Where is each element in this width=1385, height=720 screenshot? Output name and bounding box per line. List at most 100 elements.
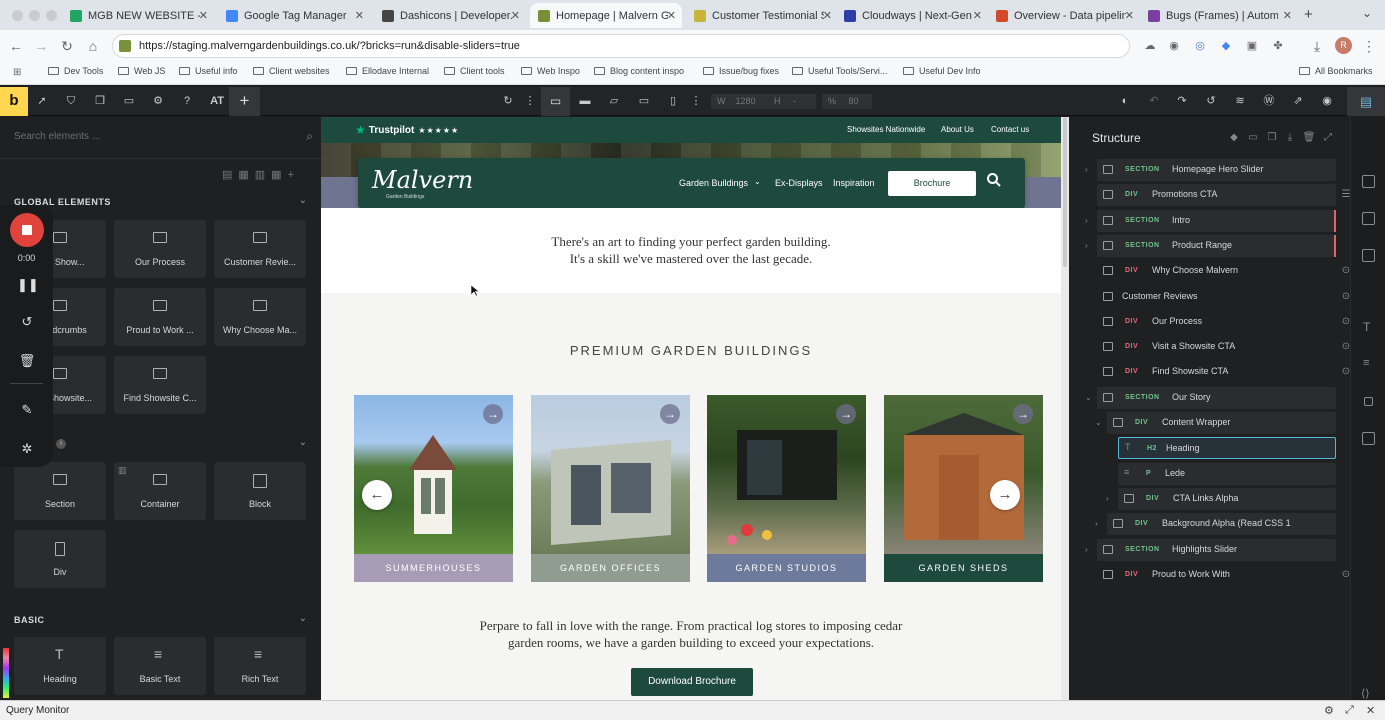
bookmark-folder[interactable]: Dev Tools xyxy=(48,66,103,76)
bookmark-folder[interactable]: Client websites xyxy=(253,66,330,76)
breakpoint-options-icon[interactable]: ⋮ xyxy=(688,93,704,109)
bookmark-folder[interactable]: Ellodave Internal xyxy=(346,66,429,76)
expand-chevron-icon[interactable]: › xyxy=(1085,216,1088,225)
element-card[interactable]: Why Choose Ma... xyxy=(214,288,306,346)
reload-icon[interactable]: ↻ xyxy=(58,37,76,55)
search-icon[interactable] xyxy=(986,172,1002,188)
text-align-icon[interactable]: ≡ xyxy=(1363,357,1369,369)
pages-icon[interactable]: ❐ xyxy=(92,93,108,109)
element-card[interactable]: Proud to Work ... xyxy=(114,288,206,346)
expand-icon[interactable]: ⤢ xyxy=(1321,131,1335,145)
extension-1password-icon[interactable]: ◎ xyxy=(1191,37,1209,55)
close-icon[interactable]: ✕ xyxy=(1366,704,1375,717)
downloads-icon[interactable]: ⤓ xyxy=(1308,37,1326,55)
nav-link[interactable]: Inspiration xyxy=(833,178,875,188)
tab-close-icon[interactable]: ✕ xyxy=(355,9,364,22)
structure-row[interactable]: SECTION Our Story xyxy=(1097,386,1336,409)
structure-row[interactable]: DIV Find Showsite CTA xyxy=(1097,361,1336,383)
tab-close-icon[interactable]: ✕ xyxy=(667,9,676,22)
profile-avatar[interactable]: R xyxy=(1335,37,1352,54)
browser-tab[interactable]: Dashicons | Developer.W ✕ xyxy=(374,3,526,28)
structure-row[interactable]: SECTION Product Range xyxy=(1097,234,1336,257)
browser-tab[interactable]: Cloudways | Next-Gen C ✕ xyxy=(836,3,988,28)
trustpilot-badge[interactable]: ★ Trustpilot ★★★★★ xyxy=(355,123,459,137)
redo-icon[interactable]: ↷ xyxy=(1174,93,1190,109)
typography-icon[interactable]: T xyxy=(1363,320,1370,334)
structure-row[interactable]: SECTION Intro xyxy=(1097,209,1336,232)
refresh-icon[interactable]: ↻ xyxy=(500,93,516,109)
element-card[interactable]: Customer Revie... xyxy=(214,220,306,278)
pointer-icon[interactable]: ➚ xyxy=(34,93,50,109)
undo-icon[interactable]: ↶ xyxy=(1146,93,1162,109)
expand-chevron-icon[interactable]: › xyxy=(1085,545,1088,554)
bookmark-folder[interactable]: Useful info xyxy=(179,66,238,76)
download-icon[interactable]: ⤓ xyxy=(1283,131,1297,145)
top-link[interactable]: About Us xyxy=(941,125,974,134)
element-card[interactable]: Our Process xyxy=(114,220,206,278)
all-bookmarks[interactable]: All Bookmarks xyxy=(1299,66,1373,76)
browser-tab[interactable]: Homepage | Malvern Gar ✕ xyxy=(530,3,682,28)
extension-counter-icon[interactable]: ▣ xyxy=(1243,37,1261,55)
forward-icon[interactable]: → xyxy=(32,37,50,55)
slider-prev-button[interactable]: ← xyxy=(362,480,392,510)
browser-tab[interactable]: Customer Testimonial Sli ✕ xyxy=(686,3,838,28)
structure-row[interactable]: DIV Our Process xyxy=(1097,311,1336,333)
color-palette-strip[interactable] xyxy=(3,648,9,698)
download-brochure-button[interactable]: Download Brochure xyxy=(631,668,753,696)
add-element-button[interactable]: + xyxy=(229,87,260,116)
structure-row[interactable]: DIV Background Alpha (Read CSS 1 xyxy=(1107,513,1336,536)
browser-tab[interactable]: Overview - Data pipeline ✕ xyxy=(988,3,1140,28)
apps-grid-icon[interactable]: ⊞ xyxy=(13,67,21,78)
collapse-chevron-icon[interactable]: ⌄ xyxy=(1085,393,1092,402)
bricks-logo[interactable]: b xyxy=(0,87,28,116)
structure-row[interactable]: DIV Proud to Work With xyxy=(1097,564,1336,586)
expand-chevron-icon[interactable]: › xyxy=(1106,494,1109,503)
chevron-down-icon[interactable]: ⌄ xyxy=(299,437,307,448)
element-card[interactable]: Section xyxy=(14,462,106,520)
bookmark-folder[interactable]: Useful Dev Info xyxy=(903,66,981,76)
product-card-garden-offices[interactable]: GARDEN OFFICES → xyxy=(531,395,690,582)
window-maximize-button[interactable] xyxy=(46,10,57,21)
at-button[interactable]: AT xyxy=(207,93,227,109)
templates-icon[interactable]: ⛉ xyxy=(63,93,79,109)
product-card-garden-sheds[interactable]: GARDEN SHEDS → xyxy=(884,395,1043,582)
settings-gear-icon[interactable]: ⚙ xyxy=(150,93,166,109)
top-link[interactable]: Showsites Nationwide xyxy=(847,125,925,134)
expand-chevron-icon[interactable]: › xyxy=(1085,241,1088,250)
structure-row[interactable]: DIV CTA Links Alpha xyxy=(1118,487,1336,510)
bookmark-folder[interactable]: Blog content inspo xyxy=(594,66,684,76)
maximize-icon[interactable]: ⤢ xyxy=(1345,704,1354,717)
element-card[interactable]: Container xyxy=(114,462,206,520)
extension-cloud-icon[interactable]: ☁ xyxy=(1141,37,1159,55)
extension-tag-icon[interactable]: ◆ xyxy=(1217,37,1235,55)
effects-icon[interactable]: ✲ xyxy=(17,439,37,459)
structure-row[interactable]: DIV Promotions CTA xyxy=(1097,184,1336,207)
element-card[interactable]: ≡ Rich Text xyxy=(214,637,306,695)
tab-close-icon[interactable]: ✕ xyxy=(511,9,520,22)
expand-chevron-icon[interactable]: › xyxy=(1095,519,1098,528)
help-icon[interactable]: ? xyxy=(179,93,195,109)
bookmark-folder[interactable]: Client tools xyxy=(444,66,505,76)
delete-icon[interactable]: 🗑 xyxy=(1302,131,1316,145)
structure-row[interactable]: SECTION Highlights Slider xyxy=(1097,538,1336,561)
structure-row[interactable]: DIV Why Choose Malvern xyxy=(1097,260,1336,282)
width-field[interactable]: W 1280 xyxy=(711,94,769,109)
breakpoint-menu-icon[interactable]: ⋮ xyxy=(522,93,538,109)
bookmark-folder[interactable]: Web JS xyxy=(118,66,165,76)
tab-close-icon[interactable]: ✕ xyxy=(823,9,832,22)
url-input[interactable]: https://staging.malverngardenbuildings.c… xyxy=(112,34,1130,58)
element-card[interactable]: T Heading xyxy=(14,637,106,695)
tab-close-icon[interactable]: ✕ xyxy=(1283,9,1292,22)
tablet-landscape-icon[interactable]: ▱ xyxy=(606,93,622,109)
comment-icon[interactable]: ▭ xyxy=(1246,131,1260,145)
image-icon[interactable] xyxy=(1362,432,1375,445)
laptop-icon[interactable]: ▬ xyxy=(577,93,593,109)
extensions-puzzle-icon[interactable]: ✤ xyxy=(1269,37,1287,55)
bookmark-folder[interactable]: Web Inspo xyxy=(521,66,580,76)
tab-close-icon[interactable]: ✕ xyxy=(199,9,208,22)
border-icon[interactable] xyxy=(1364,397,1373,406)
element-card[interactable]: Block xyxy=(214,462,306,520)
mobile-icon[interactable]: ▯ xyxy=(665,93,681,109)
panel-icon[interactable] xyxy=(1362,175,1375,188)
external-link-icon[interactable]: ⇗ xyxy=(1290,93,1306,109)
